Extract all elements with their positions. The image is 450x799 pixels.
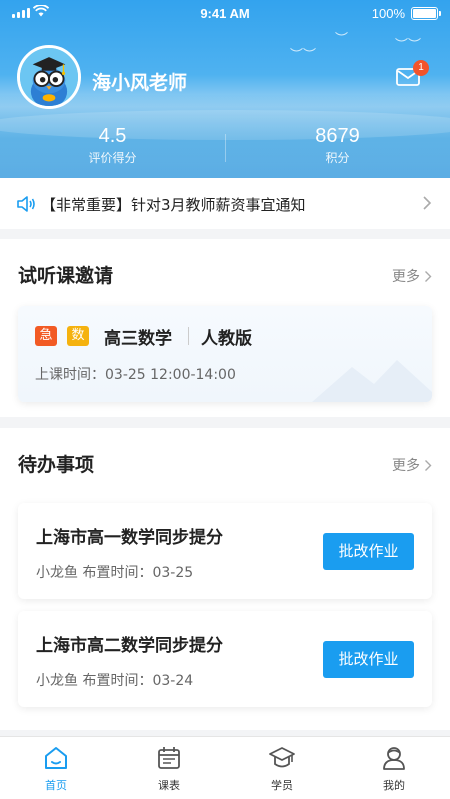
todo-title: 上海市高二数学同步提分 (36, 636, 223, 656)
tab-label: 首页 (45, 779, 67, 792)
course-edition: 人教版 (201, 329, 252, 349)
more-link[interactable]: 更多 (392, 455, 432, 475)
teacher-name: 海小风老师 (92, 72, 188, 94)
mountain-decoration (312, 360, 432, 402)
battery-icon (411, 7, 441, 20)
urgent-tag: 急 (35, 326, 57, 346)
tab-schedule[interactable]: 课表 (113, 737, 225, 799)
owl-mascot-icon (20, 48, 78, 106)
tab-students[interactable]: 学员 (226, 737, 338, 799)
home-icon (45, 747, 67, 769)
tab-bar: 首页 课表 学员 我的 (0, 736, 450, 799)
stat-rating[interactable]: 4.5 评价得分 (0, 124, 225, 166)
calendar-icon (158, 747, 180, 769)
stat-value: 4.5 (98, 125, 127, 147)
grade-homework-button[interactable]: 批改作业 (323, 641, 414, 678)
stat-label: 积分 (325, 151, 350, 165)
more-label: 更多 (392, 458, 420, 474)
profile-header: ︶︶ ︶ ︶︶ 9:41 AM 100% 海小风老师 1 4.5 评价得分 86… (0, 0, 450, 178)
tab-label: 课表 (158, 779, 180, 792)
chevron-right-icon (425, 270, 432, 282)
course-name: 高三数学 (104, 329, 172, 349)
stat-label: 评价得分 (88, 151, 137, 165)
chevron-right-icon (425, 459, 432, 471)
tab-mine[interactable]: 我的 (338, 737, 450, 799)
birds-decoration: ︶︶ ︶ ︶︶ (290, 32, 422, 63)
trial-card[interactable]: 急 数 高三数学 人教版 上课时间：03-25 12:00-14:00 (18, 306, 432, 402)
mail-button[interactable]: 1 (396, 60, 429, 86)
speaker-icon (17, 196, 35, 212)
todo-section: 待办事项 更多 上海市高一数学同步提分 小龙鱼 布置时间：03-25 批改作业 … (0, 428, 450, 730)
todo-meta: 小龙鱼 布置时间：03-25 (36, 565, 194, 581)
stat-value: 8679 (315, 125, 360, 147)
grade-homework-button[interactable]: 批改作业 (323, 533, 414, 570)
todo-title: 上海市高一数学同步提分 (36, 528, 223, 548)
subject-tag: 数 (67, 326, 89, 346)
stat-points[interactable]: 8679 积分 (225, 124, 450, 166)
unread-badge: 1 (413, 60, 429, 76)
notice-text: 【非常重要】针对3月教师薪资事宜通知 (41, 196, 306, 214)
todo-meta: 小龙鱼 布置时间：03-24 (36, 673, 194, 689)
user-icon (383, 747, 405, 770)
avatar[interactable] (17, 45, 81, 109)
notice-bar[interactable]: 【非常重要】针对3月教师薪资事宜通知 (0, 178, 450, 229)
todo-card[interactable]: 上海市高二数学同步提分 小龙鱼 布置时间：03-24 批改作业 (18, 611, 432, 707)
chevron-right-icon (423, 196, 432, 210)
section-title: 待办事项 (18, 454, 95, 476)
divider (188, 327, 189, 345)
graduation-cap-icon (269, 747, 295, 768)
battery-percent: 100% (371, 6, 405, 21)
more-link[interactable]: 更多 (392, 266, 432, 286)
trial-invitation-section: 试听课邀请 更多 急 数 高三数学 人教版 上课时间：03-25 12:00-1… (0, 239, 450, 417)
todo-card[interactable]: 上海市高一数学同步提分 小龙鱼 布置时间：03-25 批改作业 (18, 503, 432, 599)
tab-label: 我的 (383, 779, 405, 792)
more-label: 更多 (392, 269, 420, 285)
class-time: 上课时间：03-25 12:00-14:00 (35, 367, 236, 383)
tab-label: 学员 (271, 779, 293, 792)
tab-home[interactable]: 首页 (0, 737, 112, 799)
section-title: 试听课邀请 (18, 265, 114, 287)
status-bar: 9:41 AM 100% (0, 0, 450, 28)
